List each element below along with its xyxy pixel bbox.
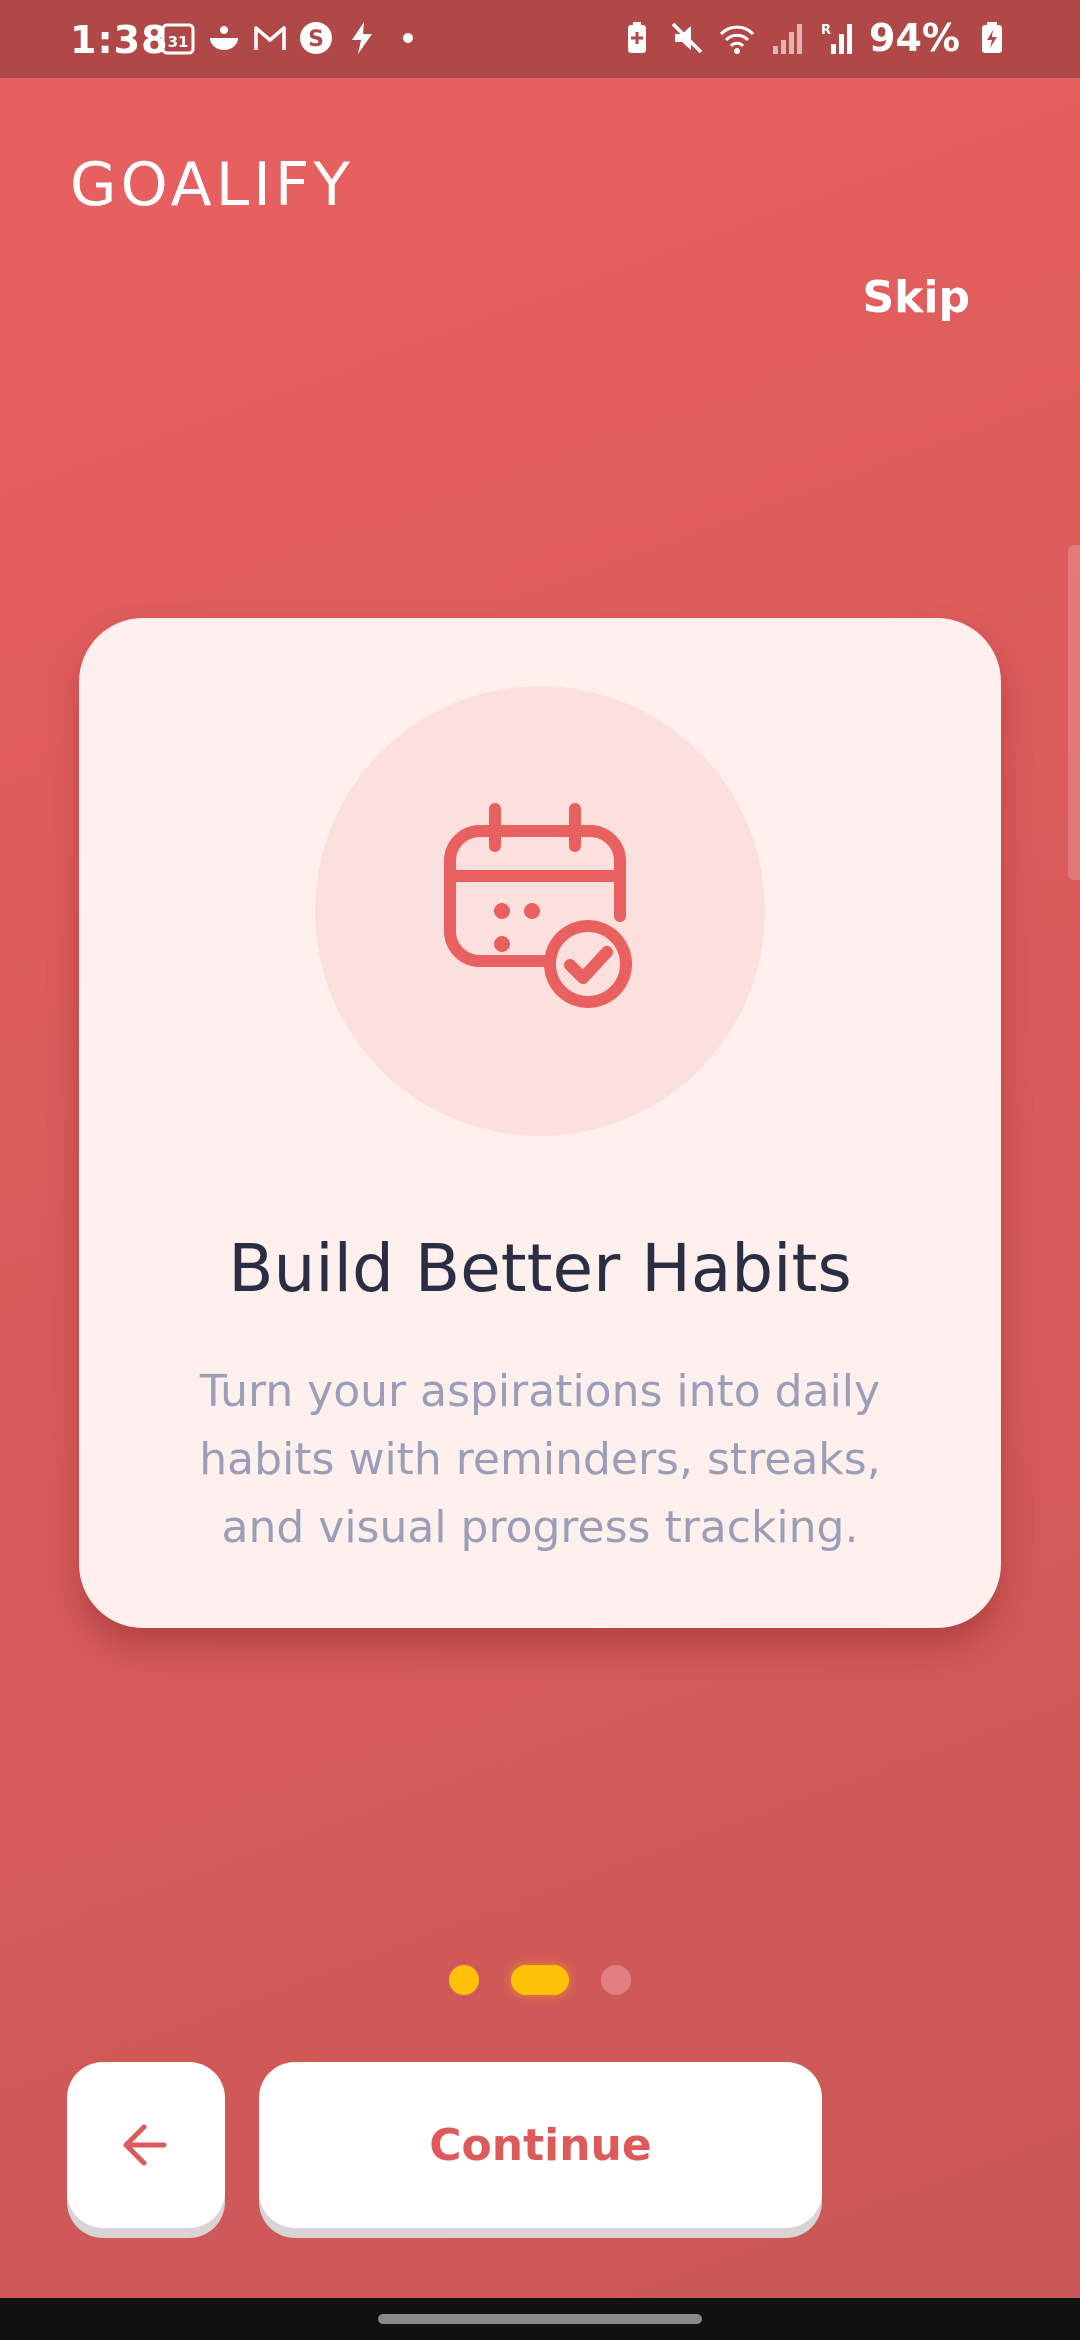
wifi-icon: [719, 25, 755, 54]
calendar-day-text: 31: [168, 33, 189, 51]
battery-percent: 94%: [869, 16, 960, 60]
signal-icon: [773, 24, 803, 54]
skip-button[interactable]: Skip: [862, 272, 970, 323]
card-description: Turn your aspirations into daily habits …: [199, 1366, 881, 1553]
status-bar: 1:38 31 S R 94%: [0, 0, 1080, 78]
svg-text:S: S: [308, 27, 324, 52]
dot-icon: [403, 33, 413, 43]
status-time: 1:38: [70, 18, 169, 62]
home-gesture-handle[interactable]: [378, 2314, 702, 2324]
status-notification-icons: 31 S: [160, 20, 426, 56]
page-dot-3: [601, 1965, 631, 1995]
status-system-icons: R 94%: [619, 16, 1010, 60]
s-app-icon: S: [300, 22, 332, 54]
app-title: GOALIFY: [70, 150, 354, 220]
calendar-check-icon: [444, 803, 632, 1008]
svg-text:R: R: [821, 23, 831, 38]
page-dot-1: [449, 1965, 479, 1995]
navigation-bar: [0, 2298, 1080, 2340]
bolt-icon: [352, 22, 372, 54]
edge-panel-handle[interactable]: [1068, 545, 1080, 880]
gmail-icon: [254, 26, 286, 50]
icon-circle: [315, 686, 765, 1136]
battery-icon: [982, 22, 1002, 53]
card-title: Build Better Habits: [228, 1230, 852, 1307]
continue-button[interactable]: Continue: [259, 2062, 822, 2228]
back-button[interactable]: [67, 2062, 225, 2228]
page-dot-2-active: [511, 1965, 569, 1995]
calendar-icon: 31: [161, 23, 195, 55]
food-icon: [210, 26, 238, 50]
mute-icon: [671, 22, 703, 54]
signal-r-icon: R: [821, 23, 853, 54]
onboarding-card: Build Better Habits Turn your aspiration…: [79, 618, 1001, 1628]
battery-saver-icon: [628, 22, 647, 53]
arrow-left-icon: [123, 2124, 167, 2166]
